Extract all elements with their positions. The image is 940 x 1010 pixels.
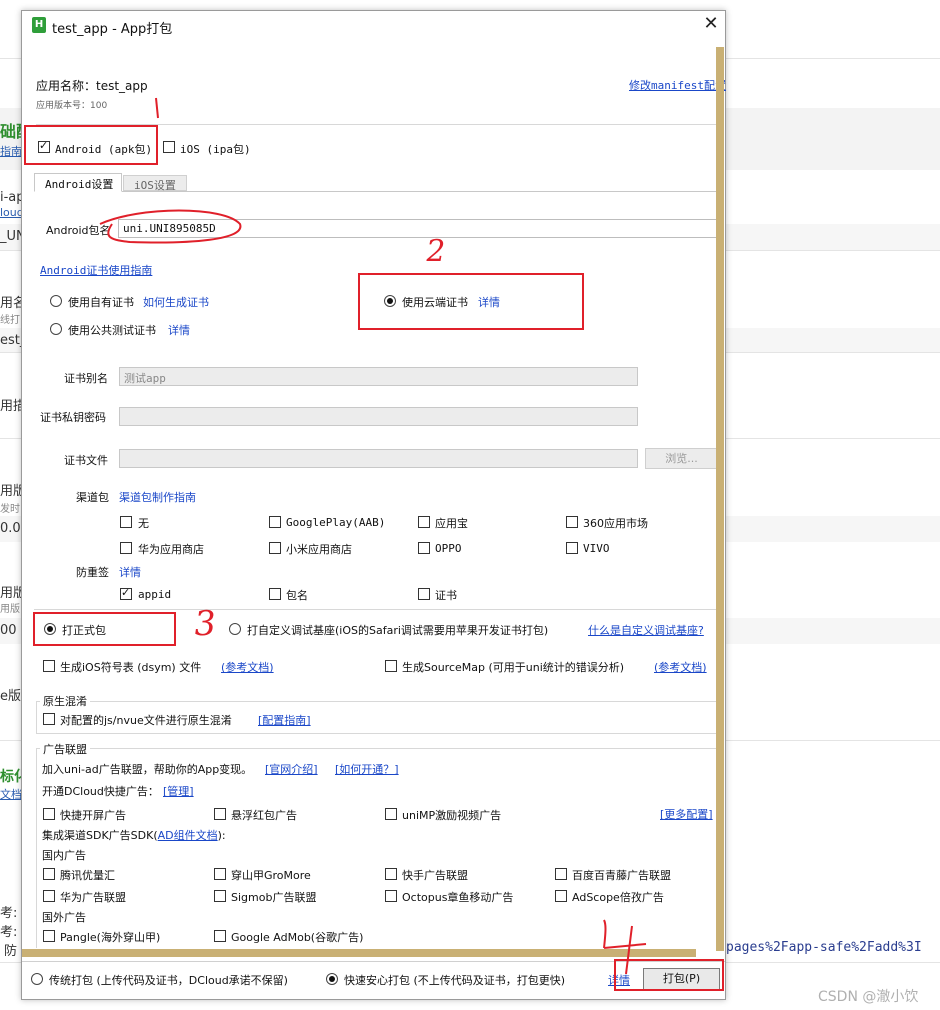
annotation-strokes bbox=[99, 97, 647, 975]
watermark: CSDN @澈小饮 bbox=[818, 989, 919, 1005]
